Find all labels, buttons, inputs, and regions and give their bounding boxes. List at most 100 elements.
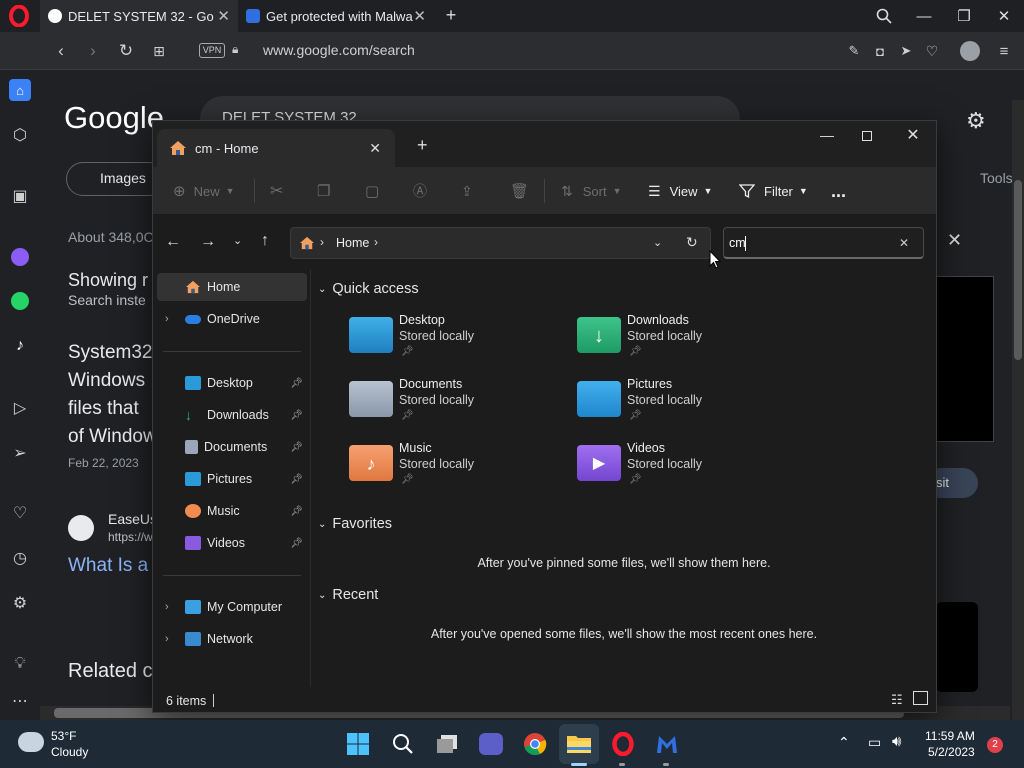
nav-item-desktop[interactable]: Desktop 📌︎ (157, 369, 307, 397)
nav-item-onedrive[interactable]: › OneDrive (157, 305, 307, 333)
vpn-badge[interactable]: VPN (199, 43, 225, 58)
meet-chat-icon[interactable] (477, 730, 505, 758)
google-logo[interactable]: Google (64, 100, 164, 136)
sort-button[interactable]: ⇅ Sort ▼ (561, 167, 622, 215)
volume-icon[interactable]: 🔊︎ (892, 733, 901, 750)
tab-search-icon[interactable] (864, 0, 904, 32)
browser-tab-google[interactable]: DELET SYSTEM 32 - Google ✕ (40, 0, 238, 32)
pin-icon[interactable]: 📌︎ (290, 410, 303, 421)
more-options-button[interactable]: ... (831, 167, 846, 215)
result-link[interactable]: What Is a (68, 555, 148, 577)
chrome-icon[interactable] (521, 730, 549, 758)
new-tab-button[interactable]: + (417, 135, 428, 156)
weather-temp[interactable]: 53°F (51, 729, 76, 743)
nav-item-videos[interactable]: Videos 📌︎ (157, 529, 307, 557)
weather-icon[interactable] (18, 732, 44, 752)
pin-icon[interactable]: 📌︎ (290, 474, 303, 485)
menu-icon[interactable]: ≡ (989, 32, 1019, 70)
close-window-button[interactable]: ✕ (984, 0, 1024, 32)
heart-icon[interactable]: ♡ (9, 502, 31, 524)
quick-access-desktop[interactable]: Desktop Stored locally 📌︎ (349, 313, 549, 369)
minimize-button[interactable]: — (813, 127, 841, 147)
new-button[interactable]: ⊕ New ▼ (173, 167, 235, 215)
share-icon[interactable]: ⇪ (461, 167, 473, 215)
weather-condition[interactable]: Cloudy (51, 745, 88, 759)
messenger-icon[interactable] (9, 246, 31, 268)
minimize-button[interactable]: — (904, 0, 944, 32)
maximize-button[interactable] (853, 127, 881, 147)
address-dropdown-icon[interactable]: ⌄ (653, 236, 662, 249)
expand-chevron-icon[interactable]: › (165, 601, 185, 613)
more-icon[interactable]: ⋯ (9, 690, 31, 712)
explorer-tab[interactable]: cm - Home ✕ (157, 129, 395, 167)
notification-badge[interactable]: 2 (987, 737, 1003, 753)
settings-icon[interactable]: ⚙ (966, 108, 986, 134)
send-icon[interactable]: ➢ (9, 442, 31, 464)
address-bar[interactable]: › Home › ⌄ ↻ (290, 227, 711, 259)
filter-button[interactable]: Filter ▼ (739, 167, 808, 215)
nav-item-pictures[interactable]: Pictures 📌︎ (157, 465, 307, 493)
copy-icon[interactable]: ❐ (317, 167, 330, 215)
scrollbar-thumb[interactable] (1014, 180, 1022, 360)
section-favorites[interactable]: ⌄ Favorites (318, 516, 392, 532)
chevron-right-icon[interactable]: › (374, 235, 378, 249)
pin-icon[interactable]: 📌︎ (290, 506, 303, 517)
tab-grid-icon[interactable]: ⊞ (144, 32, 174, 70)
malwarebytes-icon[interactable] (653, 730, 681, 758)
quick-access-music[interactable]: ♪ Music Stored locally 📌︎ (349, 441, 549, 497)
back-icon[interactable]: ‹ (46, 32, 76, 70)
file-explorer-icon[interactable] (565, 730, 593, 758)
video-thumbnail[interactable] (936, 276, 994, 442)
clock-date[interactable]: 5/2/2023 (928, 745, 975, 759)
pin-icon[interactable]: 📌︎ (290, 442, 303, 453)
heart-icon[interactable]: ♡ (917, 32, 947, 70)
player-icon[interactable]: ▷ (9, 397, 31, 419)
view-button[interactable]: ☰ View ▼ (648, 167, 712, 215)
tools-link[interactable]: Tools (980, 170, 1013, 186)
nav-item-downloads[interactable]: ↓ Downloads 📌︎ (157, 401, 307, 429)
opera-logo-icon[interactable] (8, 5, 30, 27)
close-window-button[interactable]: ✕ (899, 125, 927, 145)
url-text[interactable]: www.google.com/search (263, 42, 415, 58)
settings-icon[interactable]: ⚙ (9, 592, 31, 614)
recent-locations-icon[interactable]: ⌄ (233, 234, 242, 247)
browser-tab-malwarebytes[interactable]: Get protected with Malwar ✕ (238, 0, 434, 32)
lightbulb-icon[interactable]: 💡︎ (9, 653, 31, 675)
nav-item-home[interactable]: Home (157, 273, 307, 301)
search-input[interactable]: cm ✕ (723, 227, 924, 259)
quick-access-downloads[interactable]: ↓ Downloads Stored locally 📌︎ (577, 313, 777, 369)
section-recent[interactable]: ⌄ Recent (318, 587, 378, 603)
nav-item-documents[interactable]: Documents 📌︎ (157, 433, 307, 461)
delete-icon[interactable]: 🗑︎ (510, 167, 529, 215)
clear-search-icon[interactable]: ✕ (899, 236, 909, 250)
nav-item-network[interactable]: › Network (157, 625, 307, 653)
new-tab-button[interactable]: + (440, 4, 462, 26)
clock-time[interactable]: 11:59 AM (925, 729, 975, 743)
shopping-bag-icon[interactable]: ▣ (9, 185, 31, 207)
pin-icon[interactable]: 📌︎ (290, 538, 303, 549)
tiles-view-icon[interactable] (913, 691, 928, 705)
quick-access-videos[interactable]: ▶ Videos Stored locally 📌︎ (577, 441, 777, 497)
back-icon[interactable]: ← (165, 233, 181, 251)
extensions-icon[interactable]: ⬡ (9, 124, 31, 146)
tiktok-icon[interactable]: ♪ (9, 335, 31, 357)
start-button[interactable] (344, 730, 372, 758)
forward-icon[interactable]: → (200, 233, 216, 251)
home-icon[interactable]: ⌂ (9, 79, 31, 101)
lock-icon[interactable]: 🔒︎ (232, 42, 238, 57)
reload-icon[interactable]: ↻ (111, 32, 141, 70)
refresh-icon[interactable]: ↻ (686, 234, 698, 251)
task-view-icon[interactable] (433, 730, 461, 758)
expand-chevron-icon[interactable]: › (165, 633, 185, 645)
nav-item-music[interactable]: Music 📌︎ (157, 497, 307, 525)
opera-icon[interactable] (609, 730, 637, 758)
show-hidden-icons-icon[interactable]: ⌃ (838, 734, 850, 751)
forward-icon[interactable]: › (78, 32, 108, 70)
rename-icon[interactable]: Ⓐ (413, 167, 427, 215)
paste-icon[interactable]: ▢ (365, 167, 379, 215)
close-icon[interactable]: ✕ (369, 140, 381, 157)
nav-item-my-computer[interactable]: › My Computer (157, 593, 307, 621)
breadcrumb-home[interactable]: Home (336, 236, 369, 250)
pin-icon[interactable]: 📌︎ (290, 378, 303, 389)
quick-access-documents[interactable]: Documents Stored locally 📌︎ (349, 377, 549, 433)
